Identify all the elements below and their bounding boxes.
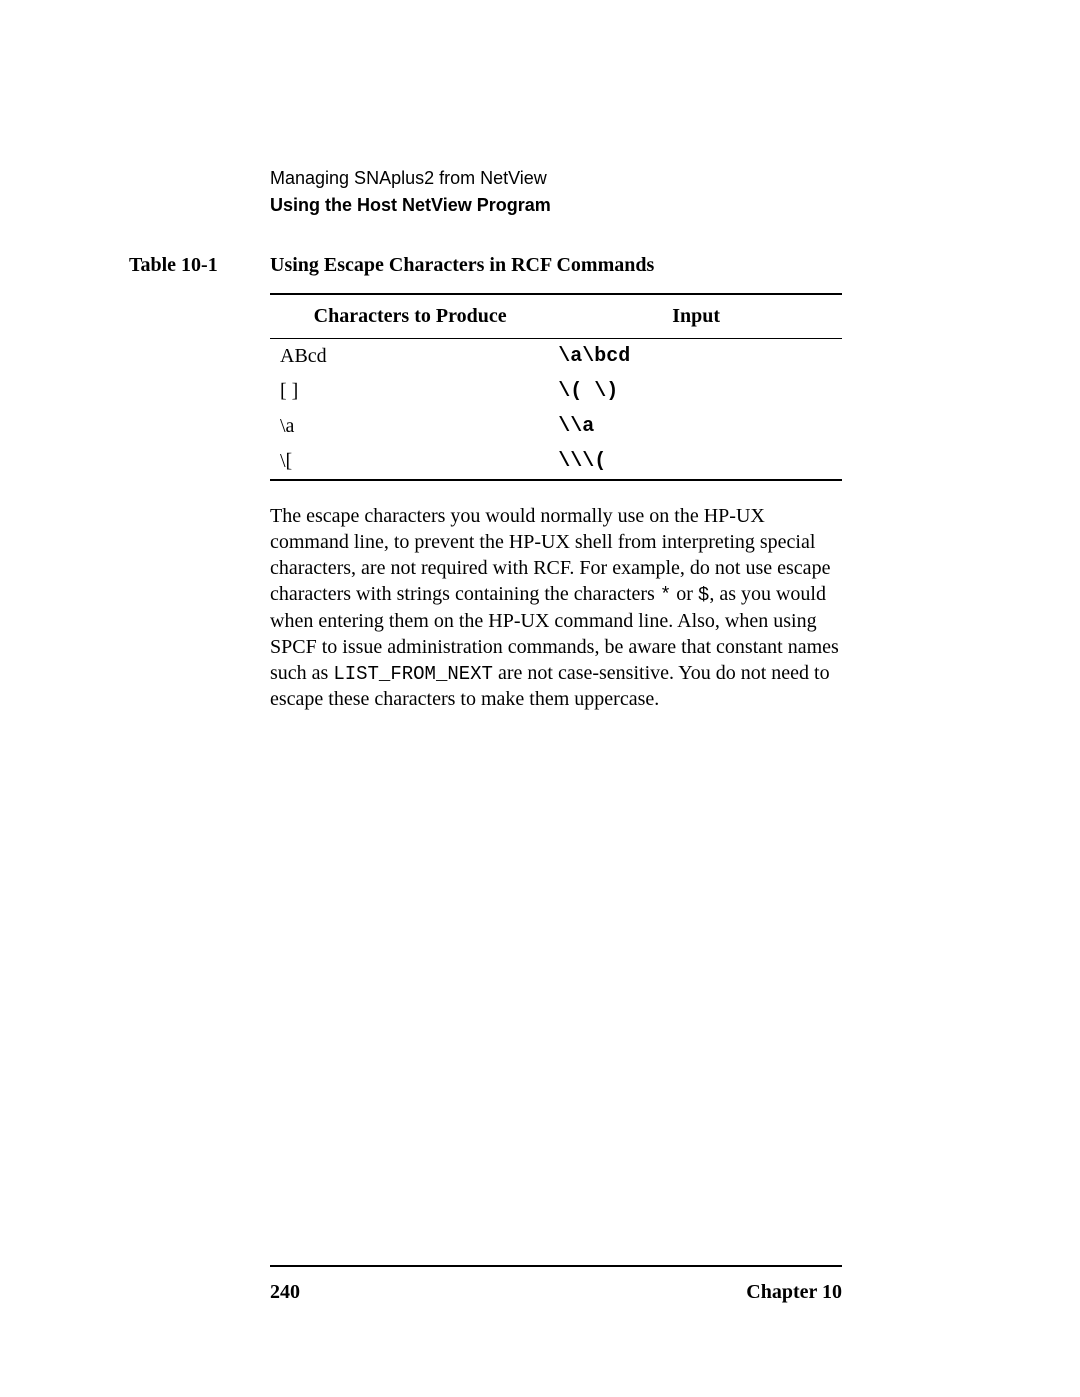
table-caption-row: Table 10-1 Using Escape Characters in RC… <box>270 254 842 277</box>
page-number: 240 <box>270 1281 300 1304</box>
table-cell-input: \a\bcd <box>550 339 842 375</box>
header-section-title: Using the Host NetView Program <box>270 195 842 216</box>
table-row: \[ \\\( <box>270 444 842 480</box>
table-row: ABcd \a\bcd <box>270 339 842 375</box>
inline-code-const: LIST_FROM_NEXT <box>333 663 493 685</box>
inline-code-star: * <box>660 584 671 606</box>
table-number-label: Table 10-1 <box>129 254 270 277</box>
table-row: [ ] \( \) <box>270 374 842 409</box>
running-header: Managing SNAplus2 from NetView Using the… <box>270 168 842 216</box>
table-caption: Using Escape Characters in RCF Commands <box>270 254 654 277</box>
table-header-col1: Characters to Produce <box>270 294 550 339</box>
header-chapter-title: Managing SNAplus2 from NetView <box>270 168 842 189</box>
table-header-row: Characters to Produce Input <box>270 294 842 339</box>
paragraph-text: or <box>671 583 698 605</box>
table-header-col2: Input <box>550 294 842 339</box>
table-row: \a \\a <box>270 409 842 444</box>
chapter-label: Chapter 10 <box>746 1281 842 1304</box>
escape-characters-table: Characters to Produce Input ABcd \a\bcd … <box>270 293 842 481</box>
table-cell-input: \\\( <box>550 444 842 480</box>
table-cell-produce: [ ] <box>270 374 550 409</box>
page-footer: 240 Chapter 10 <box>270 1265 842 1304</box>
table-cell-produce: \[ <box>270 444 550 480</box>
table-cell-input: \\a <box>550 409 842 444</box>
page: Managing SNAplus2 from NetView Using the… <box>0 0 1080 1397</box>
table-cell-produce: \a <box>270 409 550 444</box>
body-paragraph: The escape characters you would normally… <box>270 503 842 712</box>
inline-code-dollar: $ <box>698 584 709 606</box>
table-cell-produce: ABcd <box>270 339 550 375</box>
table-cell-input: \( \) <box>550 374 842 409</box>
